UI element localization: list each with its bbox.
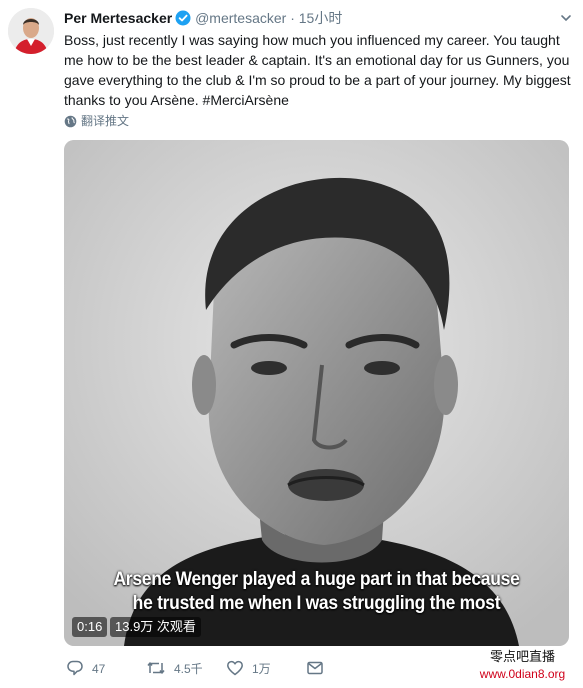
reply-icon — [66, 660, 92, 676]
video-views-badge: 13.9万 次观看 — [110, 617, 201, 637]
translate-label: 翻译推文 — [81, 114, 130, 128]
author-handle[interactable]: @mertesacker — [195, 10, 286, 26]
author-avatar[interactable] — [8, 8, 54, 54]
reply-button[interactable]: 47 — [66, 658, 105, 680]
video-player[interactable]: Arsene Wenger played a huge part in that… — [64, 140, 569, 646]
like-button[interactable]: 1万 — [226, 658, 271, 680]
tweet-time[interactable]: 15小时 — [299, 10, 343, 26]
subtitle-line-2: he trusted me when I was struggling the … — [132, 593, 501, 614]
watermark-url: www.0dian8.org — [479, 667, 566, 681]
watermark-title: 零点吧直播 — [489, 649, 555, 664]
chevron-down-icon[interactable] — [559, 10, 573, 30]
subtitle-line-1: Arsene Wenger played a huge part in that… — [113, 569, 520, 590]
globe-icon — [64, 114, 81, 128]
video-duration-badge: 0:16 — [72, 617, 108, 637]
reply-count: 47 — [92, 662, 106, 676]
separator-dot: · — [290, 10, 295, 26]
author-name[interactable]: Per Mertesacker — [64, 10, 172, 26]
video-subtitles: Arsene Wenger played a huge part in that… — [64, 568, 569, 616]
watermark: 零点吧直播 www.0dian8.org — [462, 648, 583, 688]
message-icon — [306, 661, 332, 676]
message-button[interactable] — [306, 658, 332, 680]
verified-badge-icon — [175, 10, 191, 31]
retweet-button[interactable]: 4.5千 — [146, 658, 203, 680]
translate-link[interactable]: 翻译推文 — [64, 113, 129, 129]
retweet-icon — [146, 662, 174, 676]
like-count: 1万 — [252, 662, 271, 676]
tweet-header: Per Mertesacker @mertesacker · 15小时 — [64, 8, 573, 28]
like-icon — [226, 660, 252, 676]
tweet-text: Boss, just recently I was saying how muc… — [64, 32, 571, 108]
retweet-count: 4.5千 — [174, 662, 203, 676]
